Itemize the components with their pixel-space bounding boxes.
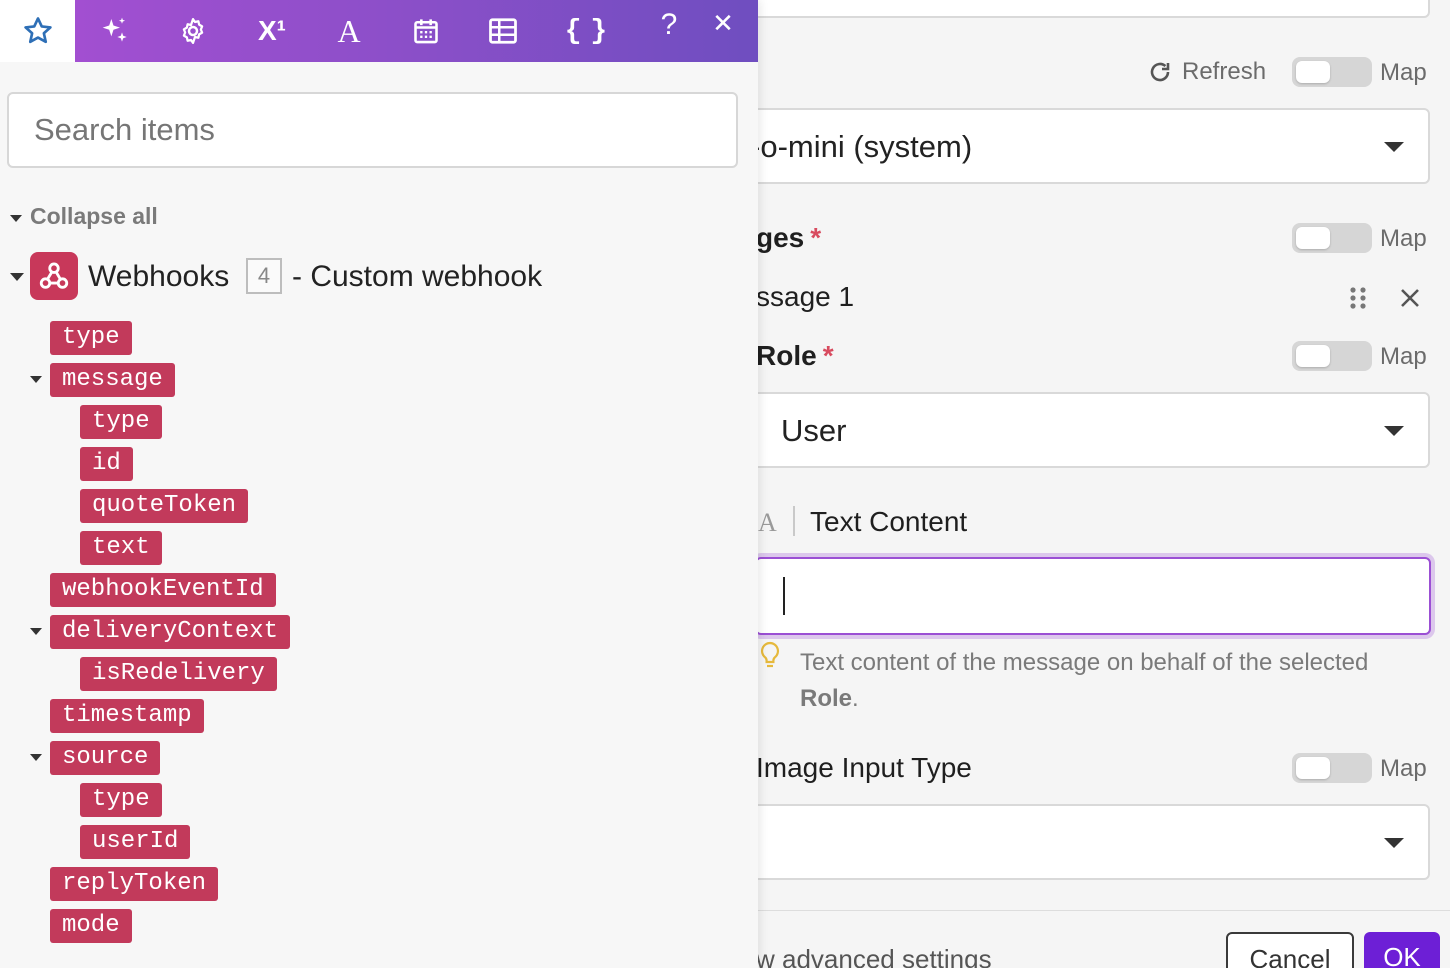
refresh-label: Refresh	[1182, 58, 1267, 85]
close-panel-button[interactable]: ✕	[699, 0, 747, 46]
tree-item-webhookeventid[interactable]: webhookEventId	[50, 573, 276, 607]
model-select-value: -o-mini (system)	[750, 129, 973, 164]
webhook-icon	[30, 252, 78, 300]
sparkles-icon	[102, 17, 127, 42]
messages-map-toggle[interactable]	[1292, 223, 1372, 253]
star-icon	[23, 17, 52, 44]
module-subtitle: - Custom webhook	[292, 260, 543, 293]
text-functions-tab[interactable]: A	[325, 8, 373, 54]
model-select[interactable]: -o-mini (system)	[700, 108, 1430, 184]
label-divider	[793, 506, 795, 536]
tree-item-source-userid[interactable]: userId	[80, 825, 191, 859]
search-field[interactable]	[7, 92, 738, 168]
tree-item-message-id[interactable]: id	[80, 447, 133, 481]
tree-item-message-text[interactable]: text	[80, 531, 162, 565]
advanced-settings-toggle[interactable]: w advanced settings	[756, 944, 992, 968]
help-button[interactable]: ?	[645, 2, 693, 48]
text-cursor	[783, 577, 785, 615]
braces-icon: { }	[564, 15, 607, 47]
favorites-tab[interactable]	[0, 0, 75, 62]
role-select-value: User	[781, 413, 847, 448]
chevron-down-icon	[1384, 838, 1404, 848]
caret-down-icon[interactable]	[30, 628, 42, 635]
role-map-label: Map	[1380, 343, 1427, 370]
mapping-panel: X¹ A { } ? ✕ Collapse all	[0, 0, 758, 968]
mapping-toolbar: X¹ A { } ? ✕	[0, 0, 758, 62]
function-tabs: X¹ A { } ? ✕	[75, 0, 758, 62]
cancel-button[interactable]: Cancel	[1226, 932, 1354, 968]
cancel-button-label: Cancel	[1249, 944, 1331, 968]
tree-item-message-type[interactable]: type	[80, 405, 162, 439]
tree-item-deliverycontext[interactable]: deliveryContext	[50, 615, 291, 649]
drag-handle-icon[interactable]	[1348, 286, 1368, 310]
caret-down-icon[interactable]	[30, 376, 42, 383]
image-input-select[interactable]	[700, 804, 1430, 880]
date-functions-tab[interactable]	[402, 8, 450, 54]
gear-icon	[182, 18, 204, 44]
close-icon: ✕	[712, 7, 734, 38]
caret-down-icon	[10, 215, 22, 222]
messages-label: ges *	[756, 222, 822, 253]
tree-item-source[interactable]: source	[50, 741, 161, 775]
text-content-label: Text Content	[810, 506, 968, 537]
lightbulb-icon	[760, 641, 780, 668]
model-map-toggle[interactable]	[1292, 57, 1372, 87]
tree-item-source-type[interactable]: type	[80, 783, 162, 817]
ok-button-label: OK	[1383, 942, 1421, 968]
refresh-icon	[1150, 62, 1170, 82]
caret-down-icon[interactable]	[10, 273, 24, 281]
search-input[interactable]	[9, 94, 736, 166]
role-label: Role *	[756, 340, 834, 371]
model-map-label: Map	[1380, 59, 1427, 86]
text-content-input[interactable]	[755, 557, 1431, 635]
message-item-label: ssage 1	[756, 281, 855, 312]
text-format-icon: A	[337, 12, 361, 49]
role-select[interactable]: User	[700, 392, 1430, 468]
calendar-icon	[414, 19, 438, 44]
collapse-all-label: Collapse all	[30, 203, 158, 229]
text-content-hint: Text content of the message on behalf of…	[800, 649, 1369, 712]
tree-item-message-quotetoken[interactable]: quoteToken	[80, 489, 249, 523]
chevron-down-icon	[1384, 142, 1404, 152]
ok-button[interactable]: OK	[1364, 932, 1440, 968]
refresh-button[interactable]: Refresh	[1148, 56, 1266, 88]
module-number-badge: 4	[246, 258, 282, 294]
json-functions-tab[interactable]: { }	[560, 8, 608, 54]
connection-select[interactable]	[700, 0, 1430, 18]
module-name: Webhooks	[88, 260, 230, 293]
messages-map-label: Map	[1380, 225, 1427, 252]
tree-item-isredelivery[interactable]: isRedelivery	[80, 657, 277, 691]
chevron-down-icon	[1384, 426, 1404, 436]
tree-item-timestamp[interactable]: timestamp	[50, 699, 204, 733]
image-input-map-label: Map	[1380, 755, 1427, 782]
caret-down-icon[interactable]	[30, 754, 42, 761]
general-functions-tab[interactable]	[169, 8, 217, 54]
remove-item-icon[interactable]	[1400, 288, 1420, 308]
text-format-icon: A	[758, 508, 777, 537]
ai-functions-tab[interactable]	[90, 8, 138, 54]
array-functions-tab[interactable]	[479, 8, 527, 54]
tree-item-message[interactable]: message	[50, 363, 175, 397]
math-functions-tab[interactable]: X¹	[248, 8, 296, 54]
table-icon	[489, 18, 517, 44]
tree-item-type[interactable]: type	[50, 321, 132, 355]
superscript-icon: X¹	[258, 15, 286, 46]
help-icon: ?	[660, 8, 678, 41]
image-input-label: Image Input Type	[756, 752, 972, 783]
tree-item-mode[interactable]: mode	[50, 909, 132, 943]
image-input-map-toggle[interactable]	[1292, 753, 1372, 783]
tree-item-replytoken[interactable]: replyToken	[50, 867, 219, 901]
role-map-toggle[interactable]	[1292, 341, 1372, 371]
